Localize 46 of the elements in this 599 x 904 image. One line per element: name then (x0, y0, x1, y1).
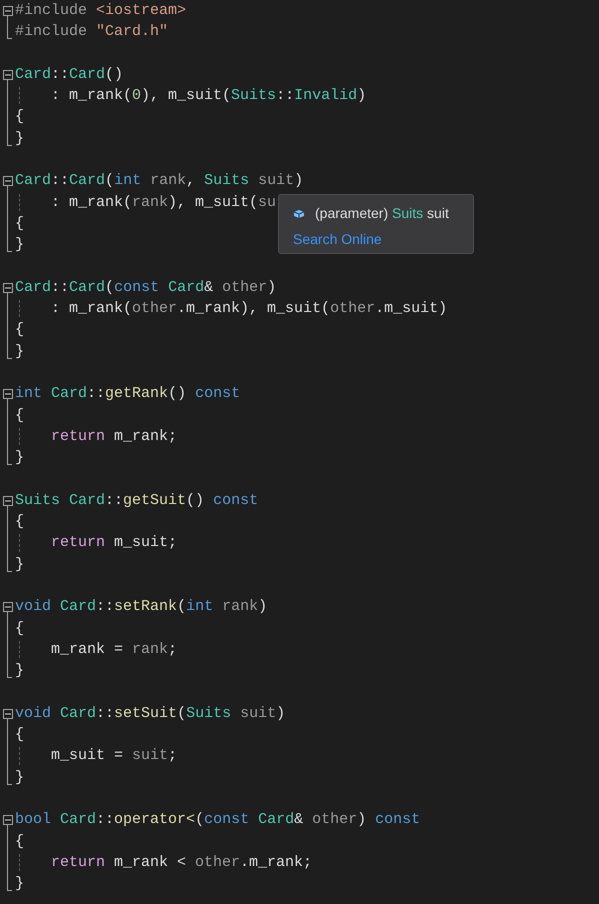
code-line: } (15, 661, 24, 682)
code-line: } (15, 342, 24, 362)
code-line: { (15, 406, 24, 426)
search-online-link[interactable]: Search Online (293, 229, 459, 250)
collapse-icon[interactable] (3, 6, 13, 16)
collapse-icon[interactable] (3, 602, 13, 612)
collapse-icon[interactable] (3, 708, 13, 719)
code-line: } (15, 768, 24, 788)
code-line: void Card::setSuit(Suits suit) (15, 704, 286, 724)
code-line: { (15, 832, 24, 852)
code-line: } (15, 235, 24, 256)
code-line: bool Card::operator<(const Card& other) const (15, 810, 420, 830)
code-line: m_rank = rank; (51, 640, 178, 660)
code-line: return m_suit; (51, 533, 178, 554)
collapse-icon[interactable] (3, 176, 13, 186)
code-line: #include <iostream> (15, 1, 186, 21)
code-line: #include "Card.h" (15, 22, 168, 42)
code-line: int Card::getRank() const (15, 384, 240, 404)
collapse-icon[interactable] (3, 282, 13, 293)
code-line: { (15, 512, 24, 532)
code-line: : m_rank(0), m_suit(Suits::Invalid) (51, 86, 366, 106)
code-line: } (15, 874, 24, 894)
code-line: { (15, 320, 24, 340)
code-line: } (15, 554, 24, 575)
collapse-icon[interactable] (3, 70, 13, 80)
code-line: Suits Card::getSuit() const (15, 490, 258, 511)
code-line: { (15, 107, 24, 128)
code-line: void Card::setRank(int rank) (15, 597, 268, 618)
collapse-icon[interactable] (3, 815, 13, 826)
code-line: return m_rank; (51, 426, 178, 447)
cube-icon (293, 208, 305, 218)
collapse-icon[interactable] (3, 496, 13, 506)
code-line: { (15, 214, 24, 234)
code-line: : m_rank(other.m_rank), m_suit(other.m_suit) (51, 299, 448, 320)
code-line: } (15, 128, 24, 149)
code-line: Card::Card() (15, 64, 124, 85)
collapse-icon[interactable] (3, 389, 13, 400)
code-line: { (15, 725, 24, 746)
parameter-signature: (parameter) Suits suit (315, 204, 449, 223)
code-line: Card::Card(const Card& other) (15, 278, 276, 298)
code-line: Card::Card(int rank, Suits suit) (15, 171, 304, 192)
code-line: m_suit = suit; (51, 746, 178, 766)
code-line: } (15, 448, 24, 468)
code-line: return m_rank < other.m_rank; (51, 852, 312, 873)
code-line: { (15, 618, 24, 639)
code-line: : m_rank(rank), m_suit(su (51, 192, 276, 213)
